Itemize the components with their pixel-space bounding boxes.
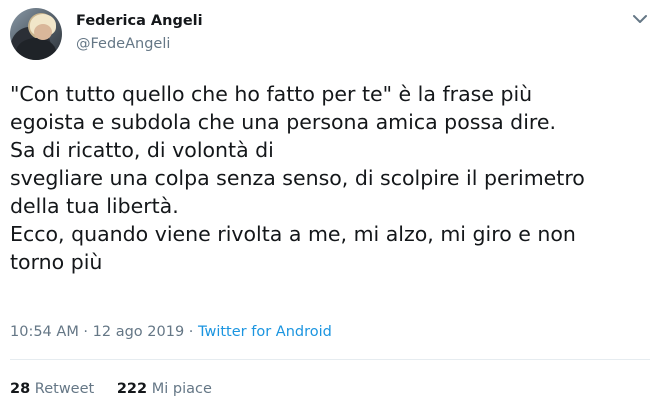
user-handle[interactable]: @FedeAngeli: [76, 36, 170, 52]
tweet-text-line: "Con tutto quello che ho fatto per te" è…: [10, 82, 533, 106]
tweet-source-link[interactable]: Twitter for Android: [198, 324, 332, 340]
divider: [10, 359, 650, 360]
retweet-stat[interactable]: 28 Retweet: [10, 381, 94, 397]
tweet-card: Federica Angeli @FedeAngeli "Con tutto q…: [0, 0, 660, 413]
tweet-text: "Con tutto quello che ho fatto per te" è…: [10, 80, 650, 276]
tweet-text-line: egoista e subdola che una persona amica …: [10, 110, 556, 134]
avatar-face-shape: [34, 24, 52, 40]
avatar[interactable]: [10, 8, 62, 60]
avatar-body-shape: [16, 38, 56, 60]
tweet-text-line: Ecco, quando viene rivolta a me, mi alzo…: [10, 222, 576, 246]
like-label: Mi piace: [147, 381, 212, 397]
like-count: 222: [116, 381, 148, 397]
tweet-text-line: della tua libertà.: [10, 194, 179, 218]
retweet-count: 28: [10, 381, 31, 397]
tweet-date[interactable]: 12 ago 2019: [93, 324, 185, 340]
meta-separator: ·: [184, 324, 199, 340]
tweet-metadata: 10:54 AM · 12 ago 2019 · Twitter for And…: [10, 324, 332, 340]
retweet-label: Retweet: [30, 381, 95, 397]
tweet-text-line: torno più: [10, 250, 103, 274]
chevron-down-icon[interactable]: [632, 12, 648, 26]
tweet-time[interactable]: 10:54 AM: [10, 324, 79, 340]
meta-separator: ·: [78, 324, 93, 340]
tweet-text-line: svegliare una colpa senza senso, di scol…: [10, 166, 585, 190]
display-name[interactable]: Federica Angeli: [76, 13, 203, 29]
like-stat[interactable]: 222 Mi piace: [117, 381, 212, 397]
tweet-text-line: Sa di ricatto, di volontà di: [10, 138, 274, 162]
tweet-stats: 28 Retweet 222 Mi piace: [10, 381, 230, 397]
